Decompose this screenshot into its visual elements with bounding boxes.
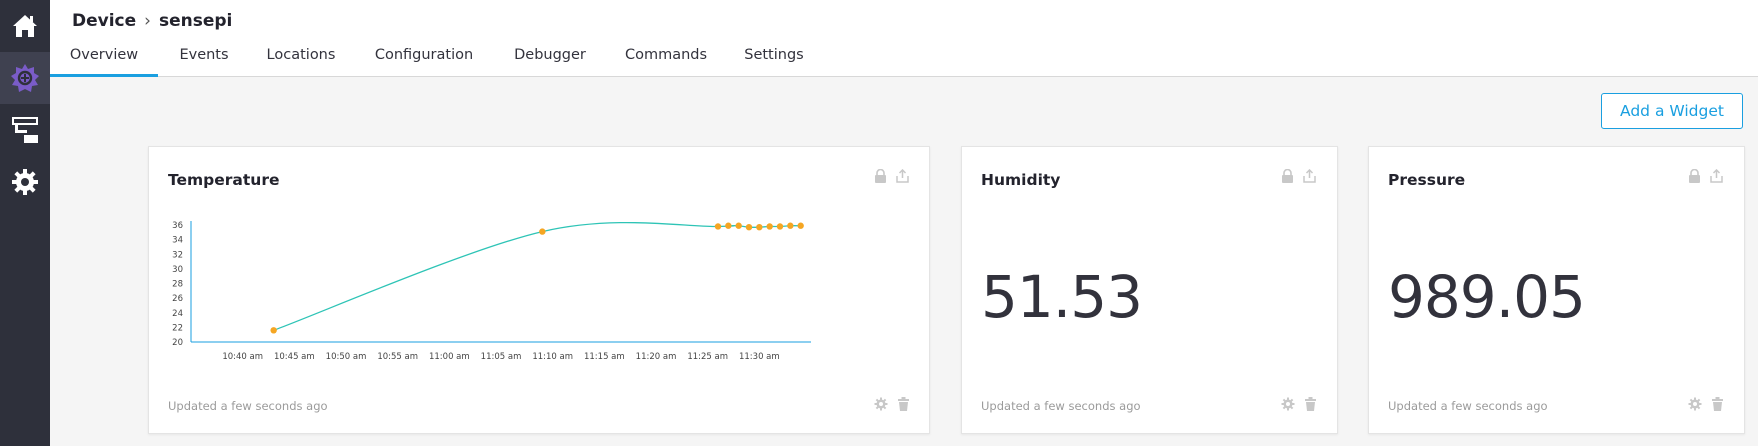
y-tick-label: 24: [172, 309, 183, 319]
widget-header-actions: [1281, 169, 1316, 183]
data-point: [766, 223, 773, 230]
share-icon[interactable]: [1710, 169, 1723, 183]
tab-settings[interactable]: Settings: [740, 44, 808, 77]
widget-title: Pressure: [1388, 171, 1466, 189]
x-tick-label: 11:25 am: [687, 352, 728, 362]
widget-footer-actions: [1688, 397, 1724, 411]
tab-commands[interactable]: Commands: [623, 44, 709, 77]
temperature-chart: 20 22 24 26 28 30 32 34 36 10:40 am 10:45 am 10:50 …: [172, 221, 811, 362]
device-icon: [11, 64, 39, 92]
gear-icon: [12, 169, 38, 195]
data-point: [270, 327, 277, 334]
tab-events[interactable]: Events: [174, 44, 234, 77]
breadcrumb-separator: ›: [144, 11, 151, 31]
humidity-widget: Humidity 51.53 Updated a few seconds ago: [961, 146, 1338, 434]
gear-icon[interactable]: [1688, 397, 1702, 411]
x-tick-label: 10:40 am: [222, 352, 263, 362]
widget-title: Temperature: [168, 171, 280, 189]
y-tick-label: 26: [172, 294, 183, 304]
x-tick-label: 11:20 am: [636, 352, 677, 362]
breadcrumb: Device › sensepi: [72, 11, 232, 31]
x-tick-label: 11:05 am: [481, 352, 522, 362]
tab-configuration[interactable]: Configuration: [371, 44, 477, 77]
widget-footer-actions: [1281, 397, 1317, 411]
lock-icon[interactable]: [874, 169, 887, 183]
workflow-icon: [12, 117, 38, 143]
humidity-value: 51.53: [981, 263, 1143, 331]
tab-debugger[interactable]: Debugger: [510, 44, 590, 77]
data-point: [756, 223, 763, 231]
y-tick-label: 20: [172, 338, 183, 348]
sidebar: [0, 0, 50, 446]
x-tick-label: 11:30 am: [739, 352, 780, 362]
data-point: [735, 222, 742, 229]
series-line: [273, 221, 801, 331]
x-tick-label: 11:00 am: [429, 352, 470, 362]
x-tick-label: 11:10 am: [532, 352, 573, 362]
trash-icon[interactable]: [1711, 397, 1724, 411]
widget-title: Humidity: [981, 171, 1061, 189]
widget-updated-text: Updated a few seconds ago: [981, 399, 1141, 413]
widget-header-actions: [874, 169, 909, 183]
data-point: [776, 223, 784, 230]
data-point: [725, 222, 732, 229]
sidebar-item-workflow[interactable]: [0, 104, 50, 156]
y-tick-label: 34: [172, 236, 183, 246]
pressure-value: 989.05: [1388, 263, 1586, 331]
widget-updated-text: Updated a few seconds ago: [1388, 399, 1548, 413]
y-tick-label: 28: [172, 280, 183, 290]
y-tick-label: 22: [172, 323, 183, 333]
lock-icon[interactable]: [1688, 169, 1701, 183]
widget-footer-actions: [874, 397, 910, 411]
tab-locations[interactable]: Locations: [266, 44, 336, 77]
y-tick-label: 36: [172, 221, 183, 231]
pressure-widget: Pressure 989.05 Updated a few seconds ag…: [1368, 146, 1745, 434]
widget-updated-text: Updated a few seconds ago: [168, 399, 328, 413]
lock-icon[interactable]: [1281, 169, 1294, 183]
share-icon[interactable]: [896, 169, 909, 183]
x-tick-label: 11:15 am: [584, 352, 625, 362]
home-icon: [13, 15, 37, 37]
data-point: [714, 223, 722, 230]
data-point: [787, 222, 794, 229]
x-tick-label: 10:55 am: [377, 352, 418, 362]
y-tick-label: 30: [172, 265, 183, 275]
widget-header-actions: [1688, 169, 1723, 183]
top-bar: Device › sensepi Overview Events Locations…: [50, 0, 1758, 77]
x-tick-label: 10:45 am: [274, 352, 315, 362]
data-point: [745, 223, 753, 231]
add-widget-button[interactable]: Add a Widget: [1601, 93, 1743, 129]
trash-icon[interactable]: [897, 397, 910, 411]
temperature-widget: Temperature 20 22 24 26 28 30 32 34 36 10:40 am 10…: [148, 146, 930, 434]
trash-icon[interactable]: [1304, 397, 1317, 411]
y-tick-label: 32: [172, 250, 183, 260]
data-point: [539, 228, 546, 235]
gear-icon[interactable]: [874, 397, 888, 411]
gear-icon[interactable]: [1281, 397, 1295, 411]
sidebar-item-settings[interactable]: [0, 156, 50, 208]
tab-overview[interactable]: Overview: [50, 44, 158, 77]
breadcrumb-current: sensepi: [158, 11, 233, 31]
x-tick-label: 10:50 am: [326, 352, 367, 362]
sidebar-item-home[interactable]: [0, 0, 50, 52]
sidebar-item-device[interactable]: [0, 52, 50, 104]
data-point: [797, 222, 804, 229]
share-icon[interactable]: [1303, 169, 1316, 183]
breadcrumb-parent[interactable]: Device: [72, 11, 136, 31]
